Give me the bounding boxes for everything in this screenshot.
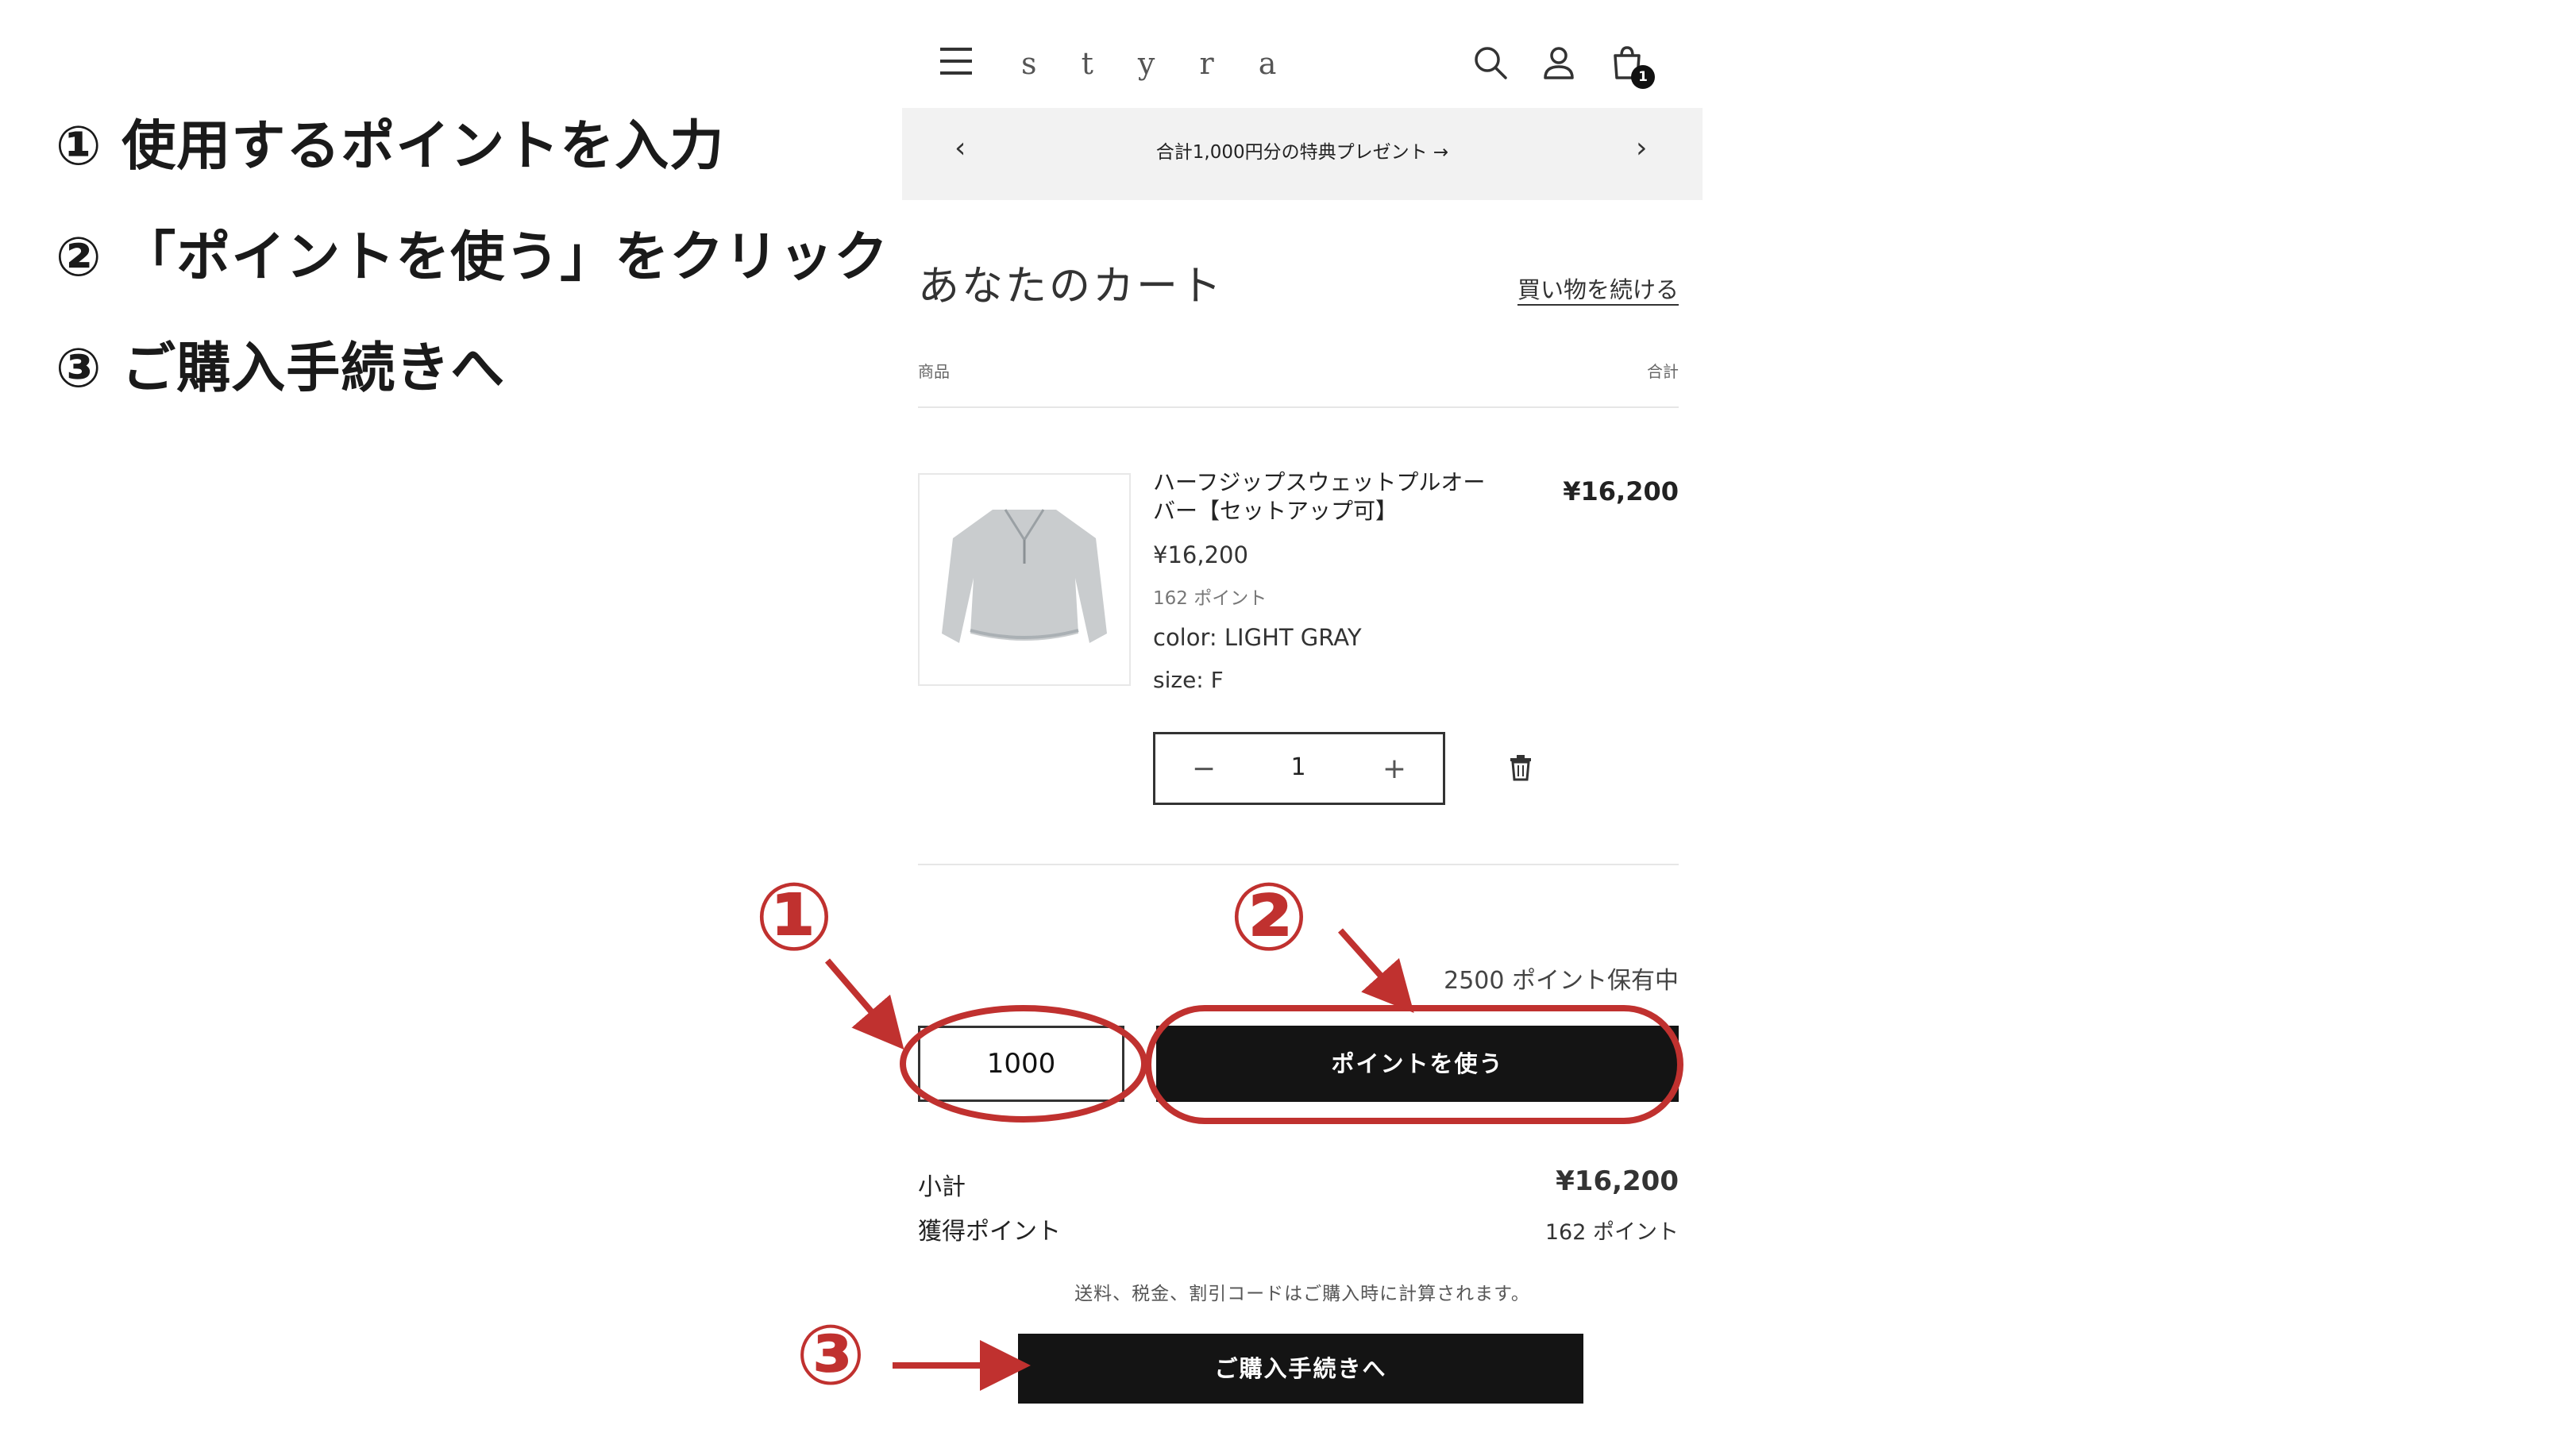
product-color: color: LIGHT GRAY [1153,624,1362,651]
instruction-step-2: ② 「ポイントを使う」をクリック [56,226,889,289]
points-balance: 2500 ポイント保有中 [1444,967,1679,995]
cart-page: s t y r a 1 ‹ 合計1,000円分の特典プレゼント → › あなたの… [902,0,1703,1448]
marker-3: ③ [796,1307,866,1404]
quantity-stepper: − 1 + [1153,732,1445,805]
trash-icon[interactable] [1509,754,1533,781]
product-name[interactable]: ハーフジップスウェットプルオーバー【セットアップ可】 [1153,468,1502,526]
points-input[interactable] [918,1026,1124,1102]
earned-points-value: 162 ポイント [1544,1220,1679,1245]
quantity-decrease-button[interactable]: − [1176,745,1232,793]
earned-points-label: 獲得ポイント [918,1218,1061,1246]
subtotal-value: ¥16,200 [1556,1165,1679,1197]
account-icon[interactable] [1537,41,1580,84]
page-title: あなたのカート [918,263,1224,310]
marker-1: ① [754,862,834,972]
quantity-increase-button[interactable]: + [1367,745,1422,793]
marker-2: ② [1229,862,1309,972]
cart-count-badge: 1 [1631,65,1655,89]
column-header-product: 商品 [918,362,950,381]
tax-note: 送料、税金、割引コードはご購入時に計算されます。 [1074,1284,1530,1304]
column-header-total: 合計 [1647,362,1679,381]
subtotal-label: 小計 [918,1173,966,1201]
instruction-step-3: ③ ご購入手続きへ [56,337,506,400]
instruction-step-1: ① 使用するポイントを入力 [56,115,725,178]
site-logo[interactable]: s t y r a [1021,46,1294,81]
quantity-value[interactable]: 1 [1251,753,1346,781]
checkout-button[interactable]: ご購入手続きへ [1018,1334,1583,1404]
continue-shopping-link[interactable]: 買い物を続ける [1517,272,1679,305]
product-points: 162 ポイント [1153,588,1267,609]
header-divider [918,406,1679,408]
hamburger-menu-icon[interactable] [940,48,972,75]
search-icon[interactable] [1469,41,1512,84]
banner-next-icon[interactable]: › [1636,132,1647,164]
site-header: s t y r a 1 [902,24,1703,111]
product-size: size: F [1153,667,1224,693]
arrow-to-input [824,958,904,1050]
banner-text[interactable]: 合計1,000円分の特典プレゼント → [902,137,1703,164]
cart-icon[interactable]: 1 [1606,41,1655,89]
use-points-button[interactable]: ポイントを使う [1156,1026,1679,1102]
line-total: ¥16,200 [1563,476,1679,506]
product-image[interactable] [918,473,1131,686]
announcement-banner: ‹ 合計1,000円分の特典プレゼント → › [902,108,1703,200]
product-price: ¥16,200 [1153,541,1248,568]
